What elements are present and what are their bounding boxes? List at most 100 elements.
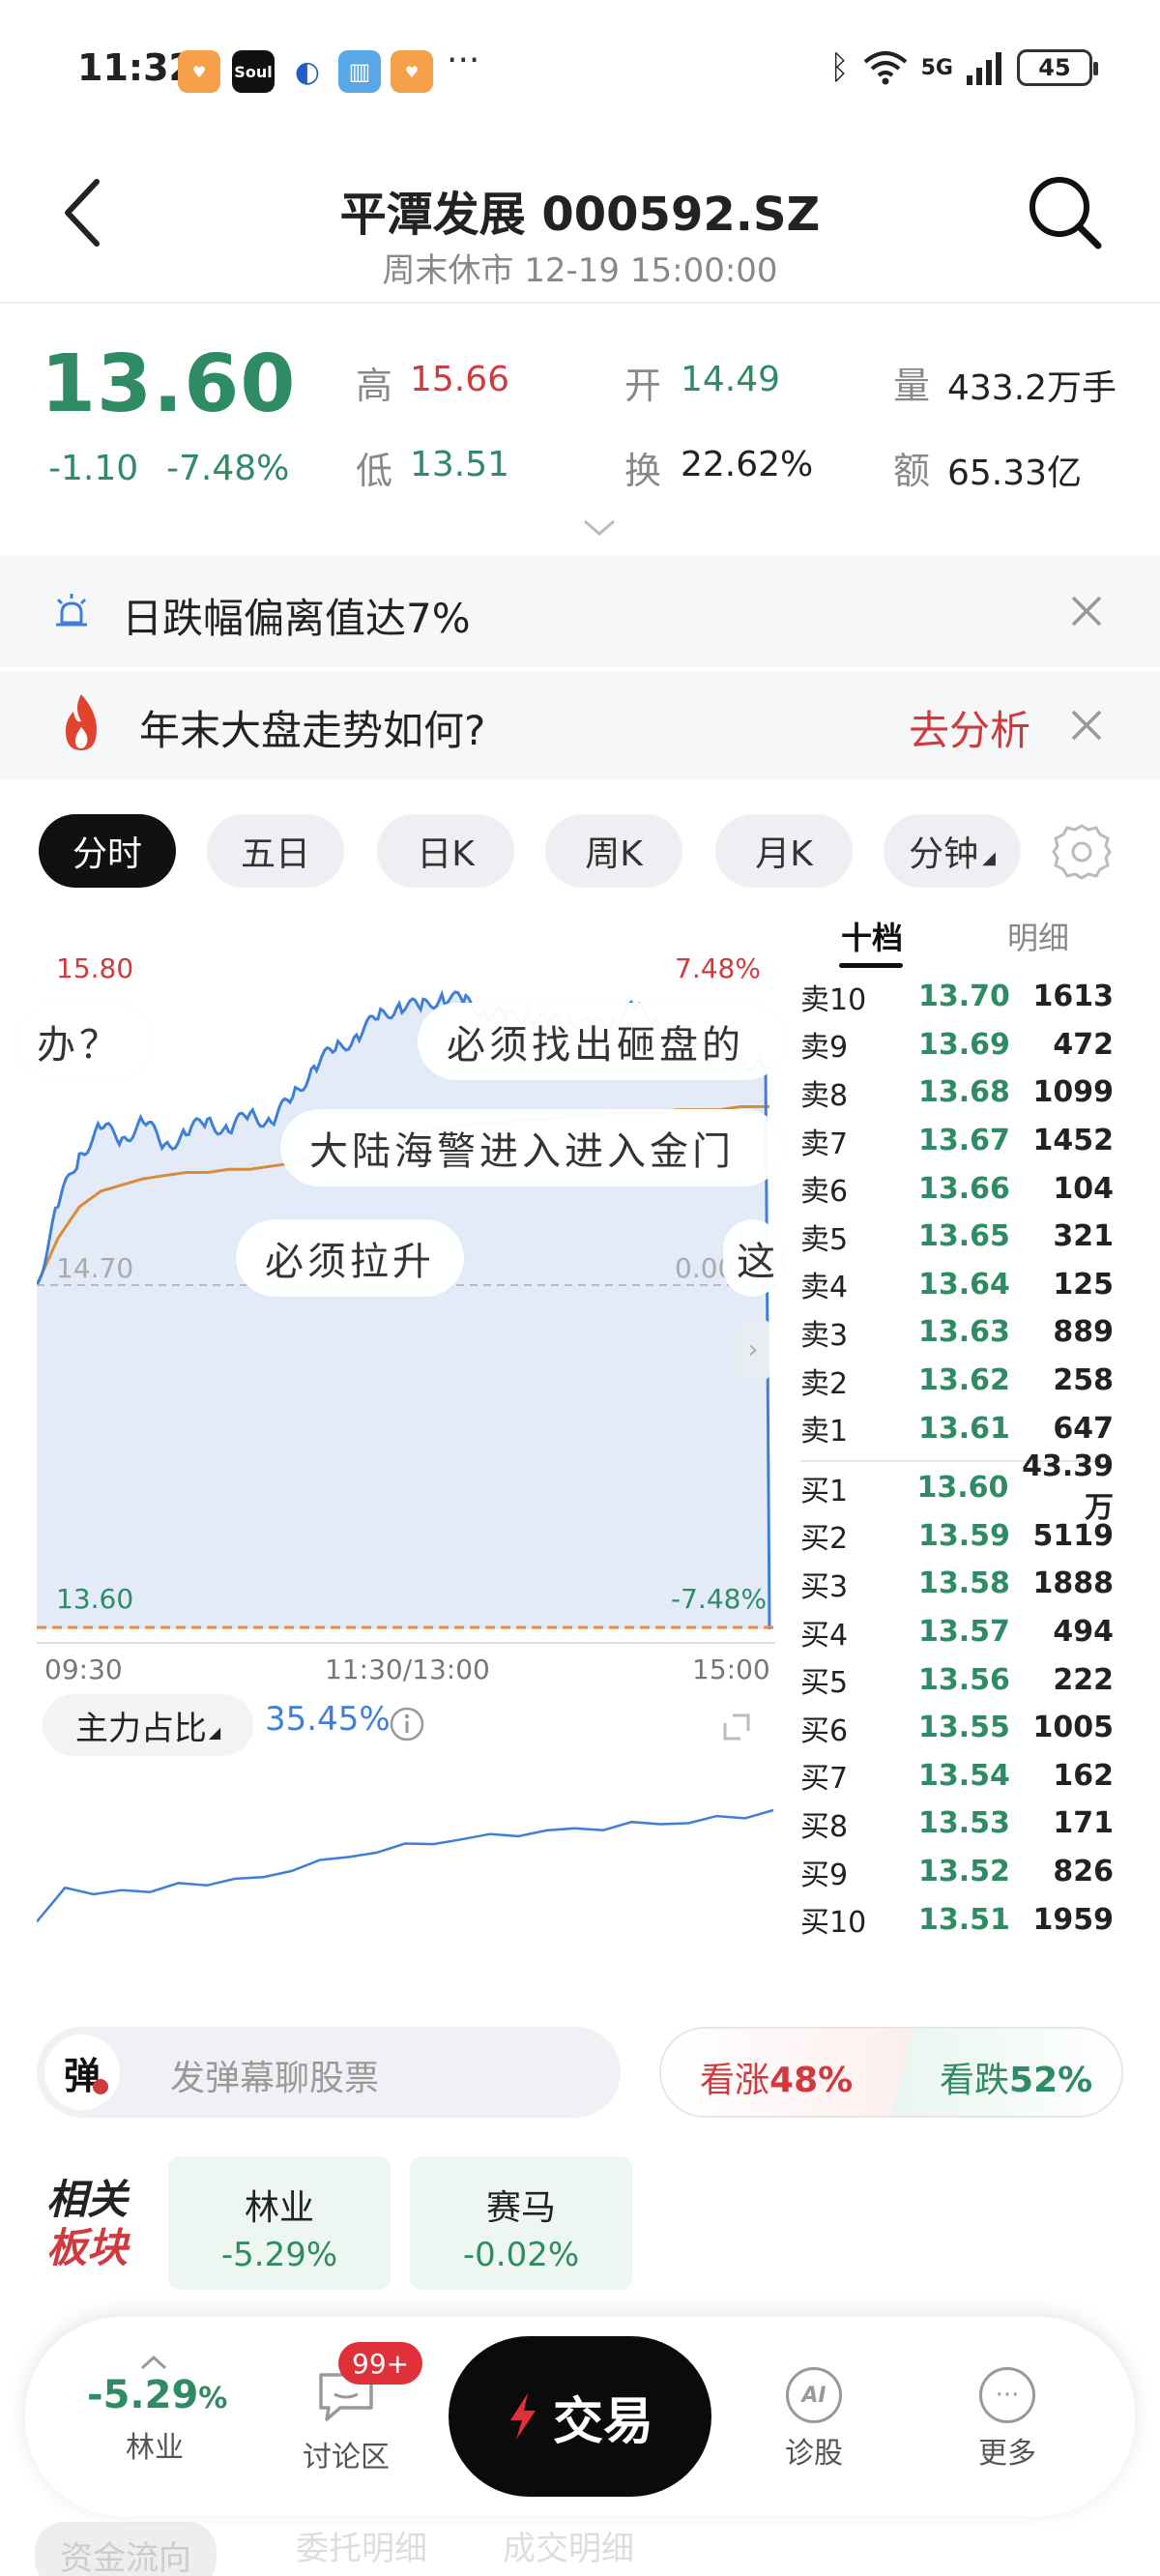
- order-level: 卖10: [800, 982, 867, 1017]
- main-force-chart: [37, 1808, 774, 1923]
- tab-capital-flow[interactable]: 资金流向: [35, 2522, 217, 2576]
- time-label-end: 15:00: [692, 1654, 770, 1685]
- danmu-badge-icon[interactable]: 弹: [44, 2034, 120, 2110]
- wifi-icon: [863, 51, 907, 85]
- sector-card-forestry[interactable]: 林业 -5.29%: [168, 2156, 391, 2290]
- turnover-value: 22.62%: [681, 445, 814, 484]
- alert-market-trend[interactable]: 年末大盘走势如何? 去分析: [0, 671, 1160, 779]
- vote-up-button[interactable]: 看涨48%: [661, 2029, 914, 2116]
- order-level: 买7: [800, 1762, 849, 1797]
- open-value: 14.49: [681, 360, 781, 399]
- ai-icon: AI: [786, 2367, 842, 2423]
- vote-down-pct: 52%: [1009, 2061, 1093, 2100]
- order-level: 买5: [800, 1666, 849, 1701]
- tab-order-detail[interactable]: 委托明细: [296, 2522, 427, 2569]
- order-level: 买1: [800, 1474, 849, 1508]
- nav-sector-forestry[interactable]: -5.29% 林业: [87, 2373, 227, 2466]
- status-time: 11:32: [77, 46, 194, 89]
- order-price: 13.63: [918, 1315, 1010, 1350]
- gear-icon[interactable]: [1050, 820, 1114, 884]
- bluetooth-icon: ᛒ: [829, 48, 850, 87]
- order-price: 13.54: [918, 1758, 1010, 1793]
- expand-chevron-icon[interactable]: [582, 518, 617, 538]
- order-volume: 5119: [1032, 1518, 1115, 1553]
- tab-order-book[interactable]: 十档: [841, 914, 903, 958]
- order-volume: 171: [1053, 1806, 1114, 1841]
- danmu-bubble: 这: [723, 1219, 781, 1297]
- order-price: 13.58: [918, 1566, 1010, 1601]
- sector-card-horse-racing[interactable]: 赛马 -0.02%: [410, 2156, 632, 2290]
- buy-order-row: 买7 13.54 162: [800, 1752, 1114, 1800]
- pct-top-label: 7.48%: [675, 952, 761, 984]
- order-price: 13.56: [918, 1662, 1010, 1697]
- buy-order-row: 买4 13.57 494: [800, 1608, 1114, 1656]
- danmu-input[interactable]: 弹 发弹幕聊股票: [37, 2027, 621, 2118]
- order-volume: 162: [1053, 1758, 1114, 1793]
- tab-detail[interactable]: 明细: [1007, 914, 1069, 958]
- amount-value: 65.33亿: [947, 454, 1083, 493]
- low-label: 低: [356, 450, 393, 492]
- sell-order-row: 卖1 13.61 647: [800, 1404, 1114, 1452]
- trade-button[interactable]: 交易: [449, 2336, 711, 2497]
- order-price: 13.55: [918, 1711, 1010, 1745]
- sell-order-row: 卖7 13.67 1452: [800, 1117, 1114, 1165]
- tab-minute[interactable]: 分钟 ◢: [884, 814, 1021, 888]
- order-price: 13.62: [918, 1363, 1010, 1398]
- tab-daily-k[interactable]: 日K: [377, 814, 514, 888]
- tab-five-day[interactable]: 五日: [207, 814, 344, 888]
- alert-deviation[interactable]: 日跌幅偏离值达7%: [0, 555, 1160, 667]
- order-price: 13.60: [916, 1471, 1009, 1506]
- network-type: 5G: [920, 55, 953, 80]
- tab-intraday[interactable]: 分时: [39, 814, 176, 888]
- intraday-chart[interactable]: 15.80 7.48% 14.70 0.00% 13.60 -7.48% › 办…: [17, 923, 785, 1651]
- sell-order-row: 卖8 13.68 1099: [800, 1068, 1114, 1117]
- buy-order-row: 买1 13.60 43.39万: [800, 1449, 1114, 1525]
- order-level: 买9: [800, 1858, 849, 1892]
- high-label: 高: [356, 365, 393, 407]
- order-level: 买10: [800, 1906, 867, 1941]
- sell-order-row: 卖10 13.70 1613: [800, 973, 1114, 1021]
- order-volume: 104: [1053, 1171, 1114, 1206]
- order-volume: 1959: [1032, 1902, 1115, 1937]
- danmu-bubble: 大陆海警进入进入金门: [280, 1109, 783, 1186]
- market-status: 周末休市 12-19 15:00:00: [382, 251, 778, 290]
- alert-text-2: 年末大盘走势如何?: [139, 707, 486, 754]
- order-level: 卖4: [800, 1271, 849, 1305]
- order-price: 13.51: [918, 1902, 1010, 1937]
- order-price: 13.59: [918, 1518, 1010, 1553]
- pct-bot-label: -7.48%: [671, 1583, 768, 1615]
- price-top-label: 15.80: [56, 952, 134, 984]
- order-price: 13.57: [918, 1615, 1010, 1650]
- tab-weekly-k[interactable]: 周K: [545, 814, 682, 888]
- chevron-right-icon[interactable]: ›: [737, 1320, 769, 1380]
- close-icon[interactable]: [1069, 594, 1104, 629]
- tab-monthly-k[interactable]: 月K: [715, 814, 853, 888]
- header-divider: [0, 302, 1160, 304]
- order-volume: 494: [1053, 1615, 1114, 1650]
- order-level: 卖1: [800, 1415, 849, 1449]
- sector-pct: -5.29%: [220, 2236, 338, 2274]
- order-level: 卖6: [800, 1175, 849, 1210]
- buy-order-row: 买5 13.56 222: [800, 1655, 1114, 1704]
- main-force-selector[interactable]: 主力占比 ◢: [43, 1694, 253, 1756]
- volume-value: 433.2万手: [947, 368, 1117, 408]
- nav-diagnose[interactable]: AI 诊股: [746, 2359, 882, 2472]
- analyze-link[interactable]: 去分析: [909, 698, 1030, 757]
- more-icon: ···: [979, 2367, 1035, 2423]
- order-price: 13.64: [918, 1267, 1010, 1302]
- buy-order-row: 买8 13.53 171: [800, 1800, 1114, 1848]
- tab-trade-detail[interactable]: 成交明细: [503, 2522, 634, 2569]
- sell-order-row: 卖6 13.66 104: [800, 1164, 1114, 1213]
- amount-label: 额: [893, 450, 931, 492]
- search-icon[interactable]: [1025, 172, 1104, 251]
- nav-more[interactable]: ··· 更多: [940, 2359, 1075, 2472]
- vote-down-button[interactable]: 看跌52%: [889, 2029, 1121, 2116]
- fullscreen-icon[interactable]: [719, 1710, 754, 1744]
- info-icon[interactable]: [389, 1706, 425, 1742]
- buy-order-row: 买9 13.52 826: [800, 1848, 1114, 1896]
- price-area-fill: [37, 991, 769, 1629]
- order-volume: 472: [1053, 1027, 1114, 1062]
- close-icon-2[interactable]: [1069, 708, 1104, 743]
- buy-order-row: 买6 13.55 1005: [800, 1704, 1114, 1752]
- order-price: 13.68: [918, 1075, 1010, 1110]
